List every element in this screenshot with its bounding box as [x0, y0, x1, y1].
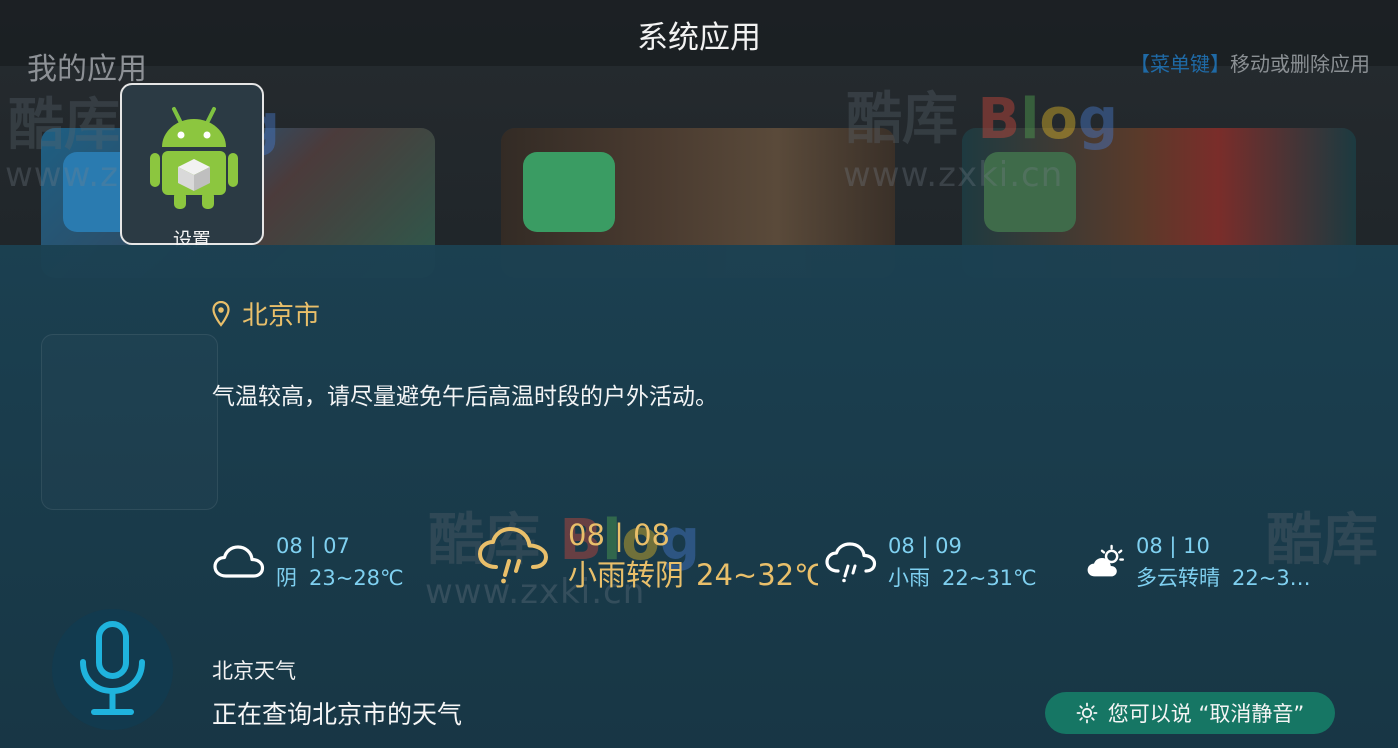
forecast-temp: 24~32℃: [696, 558, 818, 592]
forecast-day[interactable]: 08 | 10 多云转晴 22~3…: [1086, 530, 1326, 594]
forecast-day-selected[interactable]: 08 | 08 小雨转阴 24~32℃: [476, 515, 818, 595]
forecast-date: 08 | 07: [276, 534, 350, 558]
forecast-condition: 小雨: [888, 566, 930, 590]
forecast-temp: 22~31℃: [942, 566, 1037, 590]
partly-sunny-icon: [1087, 544, 1124, 577]
settings-app-card[interactable]: 设置: [120, 83, 264, 251]
voice-hint-text: 您可以说 “取消静音”: [1107, 702, 1305, 726]
voice-hint-pill: 您可以说 “取消静音”: [1045, 692, 1335, 734]
sun-hint-icon: [1076, 702, 1098, 724]
forecast-condition: 多云转晴: [1136, 566, 1220, 590]
cloud-rain-icon: [825, 542, 877, 583]
location-pin-icon: [212, 300, 230, 327]
forecast-condition: 阴: [276, 566, 297, 590]
android-settings-icon: [150, 107, 238, 209]
forecast-temp: 22~3…: [1232, 566, 1311, 590]
watermark-url: www.zxki.cn: [843, 155, 1064, 195]
forecast-date: 08 | 09: [888, 534, 962, 558]
watermark: 酷库 Blog: [846, 87, 1118, 152]
forecast-day[interactable]: 08 | 07 阴 23~28℃: [212, 530, 404, 594]
city-name: 北京市: [242, 301, 321, 331]
section-title: 我的应用: [27, 52, 147, 87]
microphone-icon: [80, 621, 145, 715]
weather-advice: 气温较高，请尽量避免午后高温时段的户外活动。: [212, 384, 718, 410]
voice-mic-button[interactable]: [52, 609, 173, 730]
forecast-date: 08 | 10: [1136, 534, 1210, 558]
app-tile-ghost: [41, 334, 218, 510]
weather-location: 北京市: [212, 295, 320, 332]
voice-query-text: 北京天气: [212, 659, 296, 683]
cloud-icon: [213, 545, 265, 578]
forecast-date: 08 | 08: [568, 518, 671, 552]
forecast-condition: 小雨转阴: [568, 558, 685, 592]
cloud-rain-icon: [478, 527, 548, 584]
menu-hint: 【菜单键】移动或删除应用: [1130, 52, 1370, 76]
forecast-day[interactable]: 08 | 09 小雨 22~31℃: [824, 530, 1037, 594]
voice-status-text: 正在查询北京市的天气: [212, 700, 463, 729]
forecast-temp: 23~28℃: [309, 566, 404, 590]
